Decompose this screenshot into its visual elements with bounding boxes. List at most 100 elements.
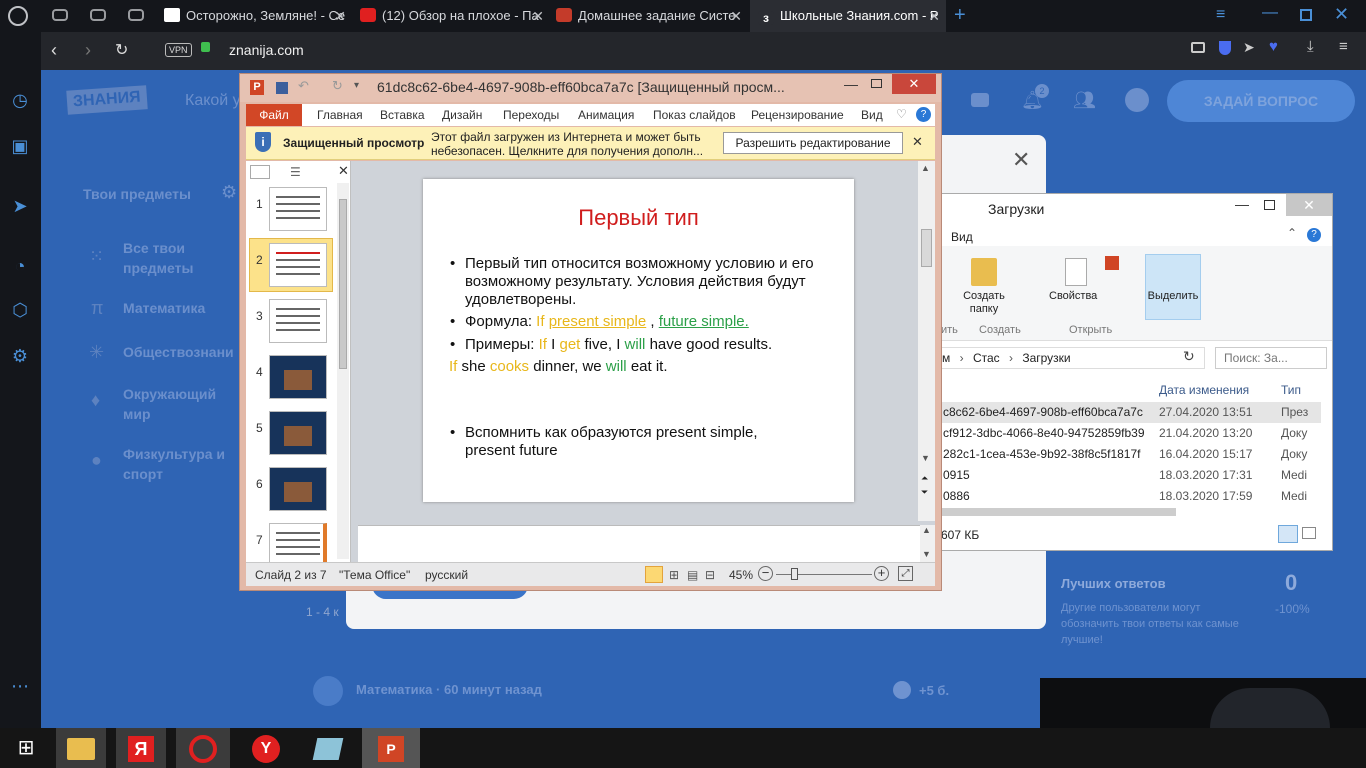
close-tab-icon[interactable]: ✕ — [532, 0, 544, 32]
slide-body-2[interactable]: Вспомнить как образуются present simple,… — [447, 424, 807, 460]
workspace-icon[interactable] — [90, 9, 106, 21]
back-icon[interactable]: ‹ — [51, 40, 57, 61]
slide-body[interactable]: Первый тип относится возможному условию … — [447, 255, 837, 354]
horizontal-scrollbar[interactable] — [941, 508, 1176, 516]
redo-icon[interactable]: ↻ — [332, 78, 343, 94]
maximize-icon[interactable] — [871, 79, 882, 88]
help-icon[interactable]: ? — [1307, 228, 1321, 242]
slideshow-view-icon[interactable]: ⊟ — [705, 568, 715, 582]
file-tab[interactable]: Файл — [246, 104, 302, 126]
heart-icon[interactable]: ♥ — [1269, 38, 1278, 55]
settings-icon[interactable]: ⚙ — [10, 346, 30, 366]
more-icon[interactable]: ⋯ — [10, 676, 30, 696]
slide-thumbnail[interactable] — [269, 467, 327, 511]
ppt-open-icon[interactable] — [1105, 256, 1119, 270]
slide-vertical-scrollbar[interactable]: ▲ ▼ ⏶ ⏷ — [918, 161, 935, 521]
close-window-button[interactable]: ✕ — [892, 74, 936, 94]
scroll-up-icon[interactable]: ▲ — [922, 525, 931, 535]
tab-animations[interactable]: Анимация — [578, 108, 634, 122]
slide-thumbnail[interactable] — [269, 355, 327, 399]
slide-canvas[interactable]: Первый тип Первый тип относится возможно… — [423, 179, 854, 502]
outline-tab-icon[interactable]: ☰ — [290, 165, 301, 179]
breadcrumb-item[interactable]: Загрузки — [1022, 351, 1070, 365]
file-row[interactable]: 0886 18.03.2020 17:59 Medi — [941, 486, 1321, 507]
file-row[interactable]: 282c1-1cea-453e-9b92-38f8c5f1817f 16.04.… — [941, 444, 1321, 465]
close-pane-icon[interactable]: ✕ — [338, 163, 349, 179]
next-slide-icon[interactable]: ⏷ — [921, 487, 928, 498]
zoom-out-icon[interactable]: − — [758, 566, 773, 581]
workspace-icon[interactable] — [52, 9, 68, 21]
properties-button[interactable]: Свойства — [1049, 290, 1097, 302]
scroll-thumb[interactable] — [339, 199, 347, 369]
yandex-browser-taskbar-icon[interactable]: Я — [116, 728, 166, 768]
minimize-icon[interactable]: — — [844, 76, 858, 92]
tab-insert[interactable]: Вставка — [380, 108, 425, 122]
search-input[interactable]: Какой у — [185, 92, 241, 110]
extensions-icon[interactable]: ⬡ — [10, 300, 30, 320]
opera-taskbar-icon[interactable] — [176, 728, 230, 768]
scroll-thumb[interactable] — [921, 229, 932, 267]
browser-tab[interactable]: (12) Обзор на плохое - Па ✕ — [352, 0, 550, 32]
undo-icon[interactable]: ↶ — [298, 78, 309, 94]
send-icon[interactable]: ➤ — [10, 196, 30, 216]
send-icon[interactable]: ➤ — [1243, 39, 1255, 56]
start-button[interactable]: ⊞ — [0, 728, 52, 768]
avatar[interactable] — [1125, 88, 1149, 112]
speed-dial-icon[interactable]: ◷ — [10, 90, 30, 110]
notes-scrollbar[interactable]: ▲ ▼ — [920, 525, 935, 562]
notes-app-taskbar-icon[interactable] — [302, 728, 354, 768]
breadcrumb[interactable]: м › Стас › Загрузки — [941, 347, 1205, 369]
messages-icon[interactable] — [971, 93, 989, 107]
slide-thumbnail[interactable] — [269, 299, 327, 343]
theme-name[interactable]: "Тема Office" — [339, 568, 410, 582]
maximize-icon[interactable] — [1264, 200, 1275, 210]
file-row[interactable]: cf912-3dbc-4066-8e40-94752859fb39 21.04.… — [941, 423, 1321, 444]
file-row[interactable]: 0915 18.03.2020 17:31 Medi — [941, 465, 1321, 486]
enable-editing-button[interactable]: Разрешить редактирование — [723, 132, 903, 154]
minimize-icon[interactable]: — — [1235, 196, 1249, 212]
slide-thumbnail[interactable] — [269, 243, 327, 287]
help-icon[interactable]: ? — [916, 107, 931, 122]
file-row[interactable]: c8c62-6be4-4697-908b-eff60bca7a7c 27.04.… — [941, 402, 1321, 423]
scroll-down-icon[interactable]: ▼ — [921, 453, 930, 463]
shield-icon[interactable] — [1219, 41, 1231, 55]
gear-icon[interactable]: ⚙ — [221, 182, 237, 203]
browser-tab[interactable]: Домашнее задание Систе ✕ — [550, 0, 748, 32]
zoom-level[interactable]: 45% — [729, 568, 753, 582]
save-icon[interactable] — [276, 82, 288, 94]
slide-thumbnail[interactable] — [269, 411, 327, 455]
reload-icon[interactable]: ↻ — [115, 40, 128, 60]
fit-slide-icon[interactable]: ⤢ — [898, 566, 913, 581]
zoom-in-icon[interactable]: + — [874, 566, 889, 581]
close-tab-icon[interactable]: ✕ — [928, 0, 940, 32]
tab-menu-icon[interactable]: ≡ — [1216, 6, 1225, 24]
tab-home[interactable]: Главная — [317, 108, 363, 122]
normal-view-icon[interactable] — [645, 566, 663, 583]
menu-view[interactable]: Вид — [951, 230, 973, 244]
slide-title[interactable]: Первый тип — [423, 205, 854, 231]
menu-icon[interactable]: ≡ — [1339, 38, 1348, 55]
url-field[interactable]: znanija.com — [229, 42, 304, 58]
collapse-ribbon-icon[interactable]: ⌃ — [1287, 226, 1297, 240]
file-explorer-taskbar-icon[interactable] — [56, 728, 106, 768]
select-button[interactable]: Выделить — [1146, 290, 1200, 302]
tab-view[interactable]: Вид — [861, 108, 883, 122]
close-tab-icon[interactable]: ✕ — [334, 0, 346, 32]
tab-transitions[interactable]: Переходы — [503, 108, 559, 122]
prev-slide-icon[interactable]: ⏶ — [921, 473, 928, 484]
browser-tab-active[interactable]: з Школьные Знания.com - Р ✕ — [750, 0, 946, 32]
tiles-view-icon[interactable] — [1302, 527, 1316, 539]
column-date[interactable]: Дата изменения — [1159, 383, 1249, 397]
yandex-taskbar-icon[interactable]: Y — [240, 728, 292, 768]
twitch-icon[interactable]: ▣ — [10, 136, 30, 156]
column-type[interactable]: Тип — [1281, 383, 1301, 397]
close-modal-icon[interactable]: ✕ — [1012, 147, 1030, 173]
scroll-down-icon[interactable]: ▼ — [922, 549, 931, 559]
minimize-icon[interactable]: — — [1262, 4, 1278, 22]
breadcrumb-item[interactable]: м — [942, 351, 950, 365]
site-logo[interactable]: ЗНАНИЯ — [66, 85, 148, 115]
zoom-slider[interactable] — [776, 568, 872, 580]
history-icon[interactable]: ◔ — [10, 256, 30, 276]
ask-question-button[interactable]: ЗАДАЙ ВОПРОС — [1167, 80, 1355, 122]
camera-icon[interactable] — [1191, 42, 1205, 53]
